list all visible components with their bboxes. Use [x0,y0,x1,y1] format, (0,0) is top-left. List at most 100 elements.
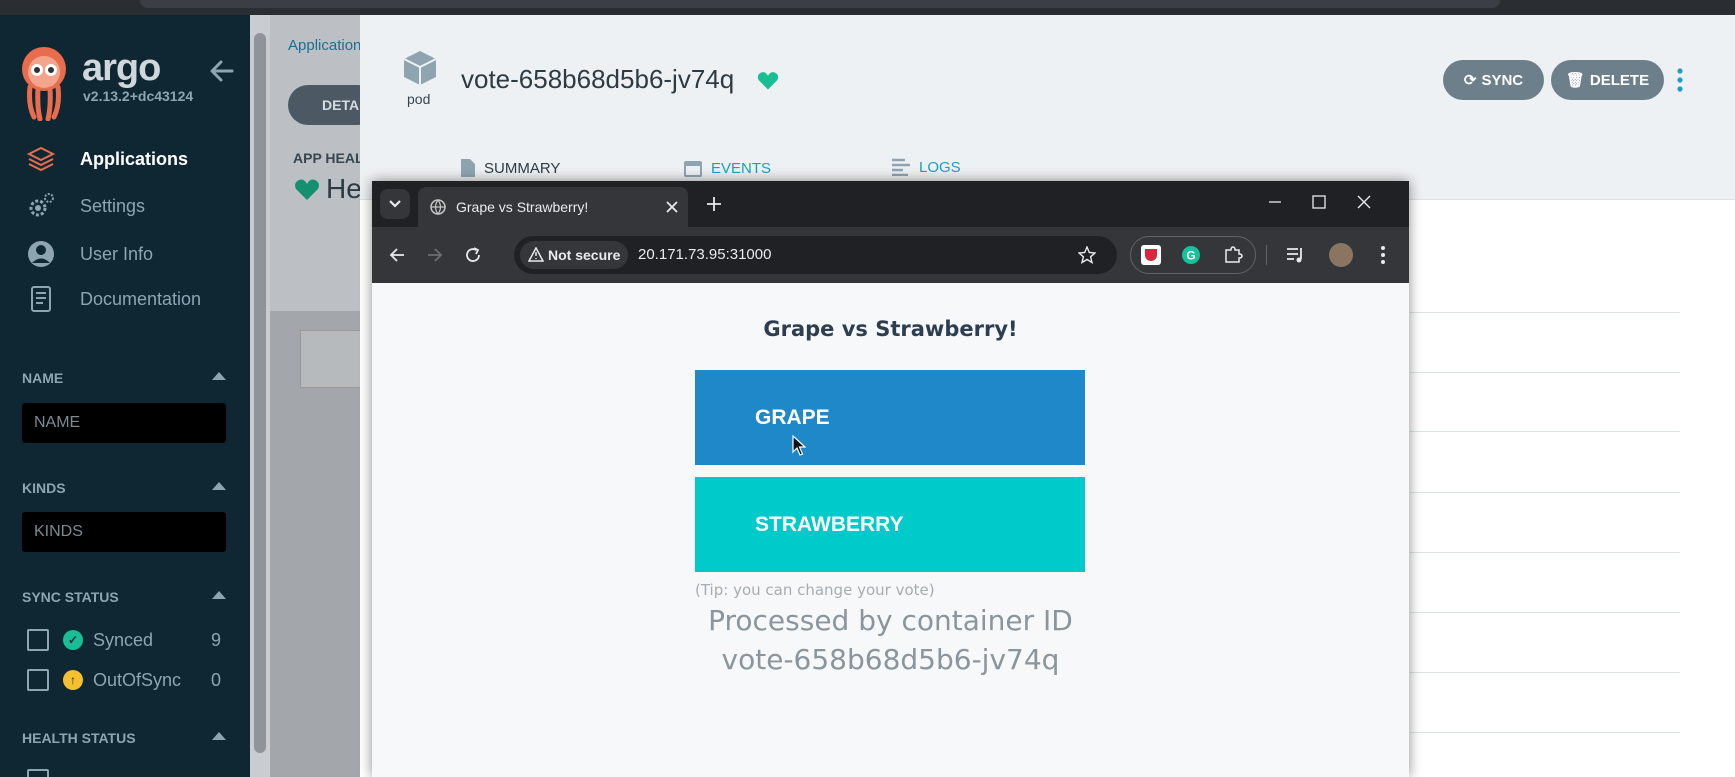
delete-button[interactable]: 🗑 DELETE [1551,60,1664,100]
url-text[interactable]: 20.171.73.95:31000 [638,246,771,263]
browser-window: Grape vs Strawberry! Not secure 20.171.7… [372,181,1409,777]
top-strip-inner [140,0,1500,8]
health-status-text: He [326,173,362,204]
tab-summary[interactable]: SUMMARY [460,158,560,178]
bookmark-star-icon[interactable] [1078,246,1096,264]
security-label: Not secure [548,247,621,263]
vote-page-heading: Grape vs Strawberry! [763,317,1018,341]
extensions-group: G [1130,236,1256,274]
vote-page: Grape vs Strawberry! GRAPE STRAWBERRY (T… [372,283,1409,777]
health-filter-partial[interactable] [27,767,227,777]
forward-arrow-icon[interactable] [426,246,444,264]
argo-octopus-logo-icon[interactable] [20,45,68,121]
reload-icon[interactable] [464,246,482,264]
breadcrumb[interactable]: Applications [288,37,369,54]
mouse-cursor-icon [792,435,806,456]
gears-icon [29,193,54,217]
chevron-down-icon [389,200,401,208]
kinds-filter-input[interactable] [22,512,226,552]
checkbox[interactable] [27,769,49,777]
nav-applications-label: Applications [80,148,189,169]
filter-health-heading: HEALTH STATUS [22,730,136,746]
document-icon [461,159,475,177]
minimize-icon[interactable] [1268,195,1282,209]
version-label: v2.13.2+dc43124 [83,88,194,104]
grammarly-extension-icon[interactable]: G [1181,245,1201,265]
calendar-icon [684,161,702,177]
browser-tab-title: Grape vs Strawberry! [456,199,589,215]
trash-icon: 🗑 [1565,72,1585,89]
collapse-triangle-icon[interactable] [212,591,226,599]
warning-triangle-icon [528,247,544,262]
checkbox[interactable] [27,629,49,651]
sync-icon: ⟳ [1463,72,1477,89]
checkbox[interactable] [27,669,49,691]
sync-button[interactable]: ⟳ SYNC [1443,60,1544,100]
profile-avatar[interactable] [1329,243,1353,267]
collapse-triangle-icon[interactable] [212,482,226,490]
tab-summary-label: SUMMARY [484,159,561,177]
media-control-icon[interactable] [1286,246,1306,264]
vote-strawberry-button[interactable]: STRAWBERRY [695,477,1085,572]
row-divider [1410,312,1680,313]
row-divider [1410,431,1680,432]
row-divider [1410,612,1680,613]
nav-documentation[interactable]: Documentation [26,283,246,315]
sync-filter-outofsync[interactable]: ↑ OutOfSync 0 [27,667,227,693]
processed-line-2: vote-658b68d5b6-jv74q [721,643,1060,676]
filter-sync-heading: SYNC STATUS [22,589,119,605]
logs-icon [892,158,910,176]
address-bar[interactable]: Not secure 20.171.73.95:31000 [514,236,1117,274]
nav-documentation-label: Documentation [80,288,202,309]
sync-synced-count: 9 [210,629,221,650]
name-filter-input[interactable] [22,403,226,443]
close-window-icon[interactable] [1357,195,1371,209]
new-tab-plus-icon[interactable] [706,196,722,212]
sidebar-scrollbar[interactable] [250,15,270,777]
tab-search-button[interactable] [380,189,410,219]
background-app: Applications DETA APP HEALTH He [270,15,381,777]
delete-button-label: DELETE [1589,71,1650,89]
maximize-icon[interactable] [1312,195,1326,209]
details-button-label: DETA [322,97,360,113]
top-strip [0,0,1735,15]
pocket-extension-icon[interactable] [1141,245,1161,265]
browser-toolbar: Not secure 20.171.73.95:31000 G [372,227,1409,283]
tab-logs[interactable]: LOGS [891,158,961,176]
vote-grape-button[interactable]: GRAPE [695,370,1085,465]
healthy-heart-icon [757,72,779,90]
nav-settings-label: Settings [80,195,146,216]
collapse-triangle-icon[interactable] [212,732,226,740]
sync-outofsync-label: OutOfSync [93,669,182,690]
row-divider [1410,492,1680,493]
collapse-triangle-icon[interactable] [212,372,226,380]
more-menu-icon[interactable] [1675,67,1685,93]
nav-settings[interactable]: Settings [26,190,246,222]
collapse-arrow-icon[interactable] [210,60,234,82]
close-tab-icon[interactable] [666,201,678,213]
browser-tab-active[interactable]: Grape vs Strawberry! [418,187,688,227]
tab-events[interactable]: EVENTS [683,158,771,178]
row-divider [1410,732,1680,733]
back-arrow-icon[interactable] [388,246,406,264]
globe-icon [430,199,446,215]
sync-synced-label: Synced [93,629,154,650]
security-chip[interactable]: Not secure [520,241,628,269]
brand-name: argo [82,47,161,89]
sync-outofsync-count: 0 [210,669,221,690]
row-divider [1410,552,1680,553]
scrollbar-thumb[interactable] [254,33,266,753]
nav-applications[interactable]: Applications [26,143,246,175]
user-circle-icon [28,241,54,267]
book-icon [31,286,51,312]
arrow-up-circle-icon: ↑ [63,670,83,690]
browser-menu-icon[interactable] [1380,245,1386,265]
container-id-info: Processed by container ID vote-658b68d5b… [372,601,1409,679]
nav-user-info[interactable]: User Info [26,238,246,270]
svg-text:G: G [1186,249,1195,263]
sync-filter-synced[interactable]: ✓ Synced 9 [27,627,227,653]
row-divider [1410,372,1680,373]
row-divider [1410,672,1680,673]
vote-tip: (Tip: you can change your vote) [695,581,935,599]
puzzle-extensions-icon[interactable] [1223,245,1243,265]
